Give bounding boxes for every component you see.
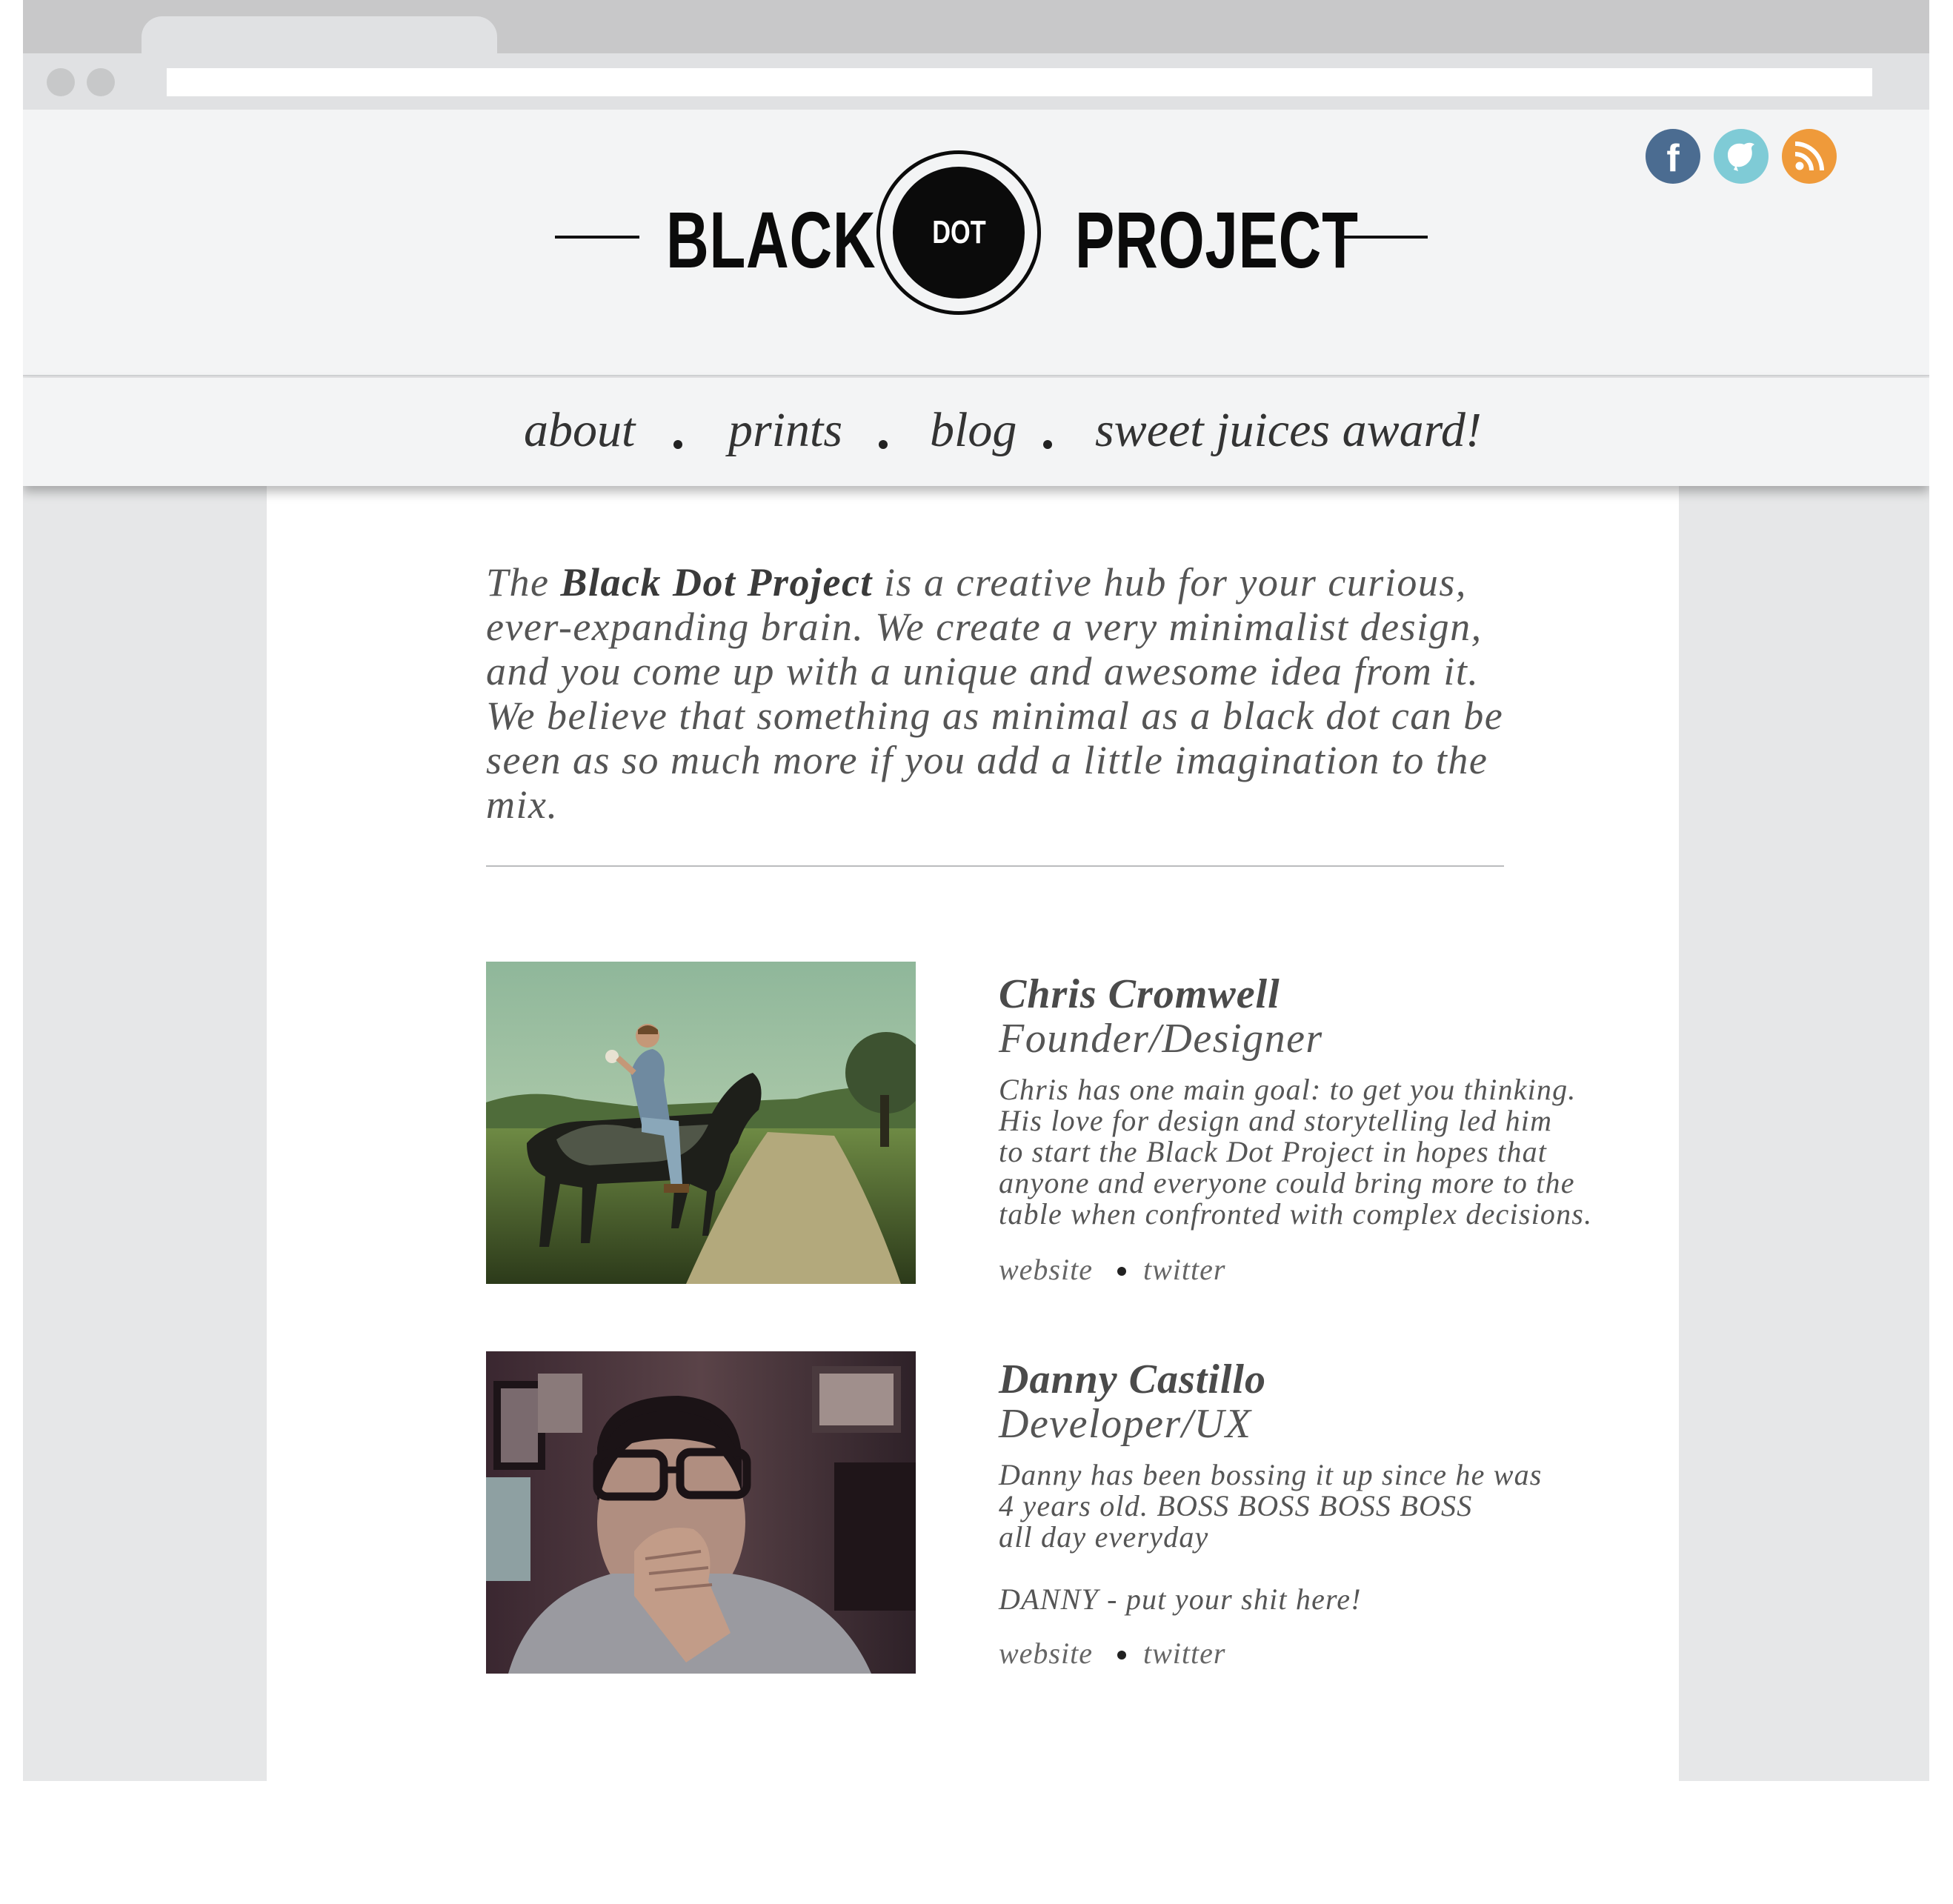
logo-ring[interactable]: DOT [876, 150, 1041, 315]
member-name: Danny Castillo [999, 1357, 1266, 1402]
link-separator-dot [1117, 1267, 1126, 1276]
member-website-link[interactable]: website [999, 1639, 1093, 1668]
team-photo-danny [486, 1351, 916, 1674]
browser-tab[interactable] [142, 16, 497, 61]
member-name: Chris Cromwell [999, 971, 1280, 1017]
facebook-icon[interactable]: f [1646, 129, 1700, 184]
nav-separator-dot [1043, 440, 1052, 449]
member-twitter-link[interactable]: twitter [1143, 1639, 1225, 1668]
address-bar[interactable] [167, 68, 1872, 96]
nav-link-about[interactable]: about [524, 406, 635, 455]
team-photo-chris [486, 962, 916, 1284]
intro-brand-name: Black Dot Project [560, 560, 873, 605]
member-twitter-link[interactable]: twitter [1143, 1255, 1225, 1285]
logo-word-project: PROJECT [1075, 195, 1359, 284]
nav-link-sweet-juices-award[interactable]: sweet juices award! [1095, 406, 1482, 455]
twitter-bird-icon[interactable] [1714, 129, 1769, 184]
logo-rule-left [555, 236, 639, 239]
intro-text-lead: The [486, 560, 561, 605]
member-role: Developer/UX [999, 1401, 1252, 1447]
logo-word-black: BLACK [666, 195, 876, 284]
logo-rule-right [1343, 236, 1428, 239]
site-header: BLACK DOT PROJECT f [23, 110, 1929, 376]
link-separator-dot [1117, 1651, 1126, 1660]
member-bio: Danny has been bossing it up since he wa… [999, 1458, 1543, 1616]
logo-word-dot: DOT [931, 214, 986, 250]
main-content: The Black Dot Project is a creative hub … [267, 486, 1679, 1781]
nav-link-blog[interactable]: blog [930, 406, 1017, 455]
rss-icon[interactable] [1782, 129, 1837, 184]
member-role: Founder/Designer [999, 1016, 1323, 1062]
member-bio: Chris has one main goal: to get you thin… [999, 1073, 1593, 1231]
main-nav: about prints blog sweet juices award! [23, 378, 1929, 486]
member-website-link[interactable]: website [999, 1255, 1093, 1285]
logo-dot: DOT [893, 167, 1025, 299]
browser-chrome [23, 0, 1929, 110]
browser-window: BLACK DOT PROJECT f about prints blog sw… [23, 0, 1929, 1781]
nav-separator-dot [673, 440, 682, 449]
nav-link-prints[interactable]: prints [728, 406, 842, 455]
nav-separator-dot [879, 440, 888, 449]
window-control-button[interactable] [47, 68, 75, 96]
window-control-button[interactable] [87, 68, 115, 96]
intro-paragraph: The Black Dot Project is a creative hub … [486, 560, 1538, 827]
section-divider [486, 865, 1504, 867]
